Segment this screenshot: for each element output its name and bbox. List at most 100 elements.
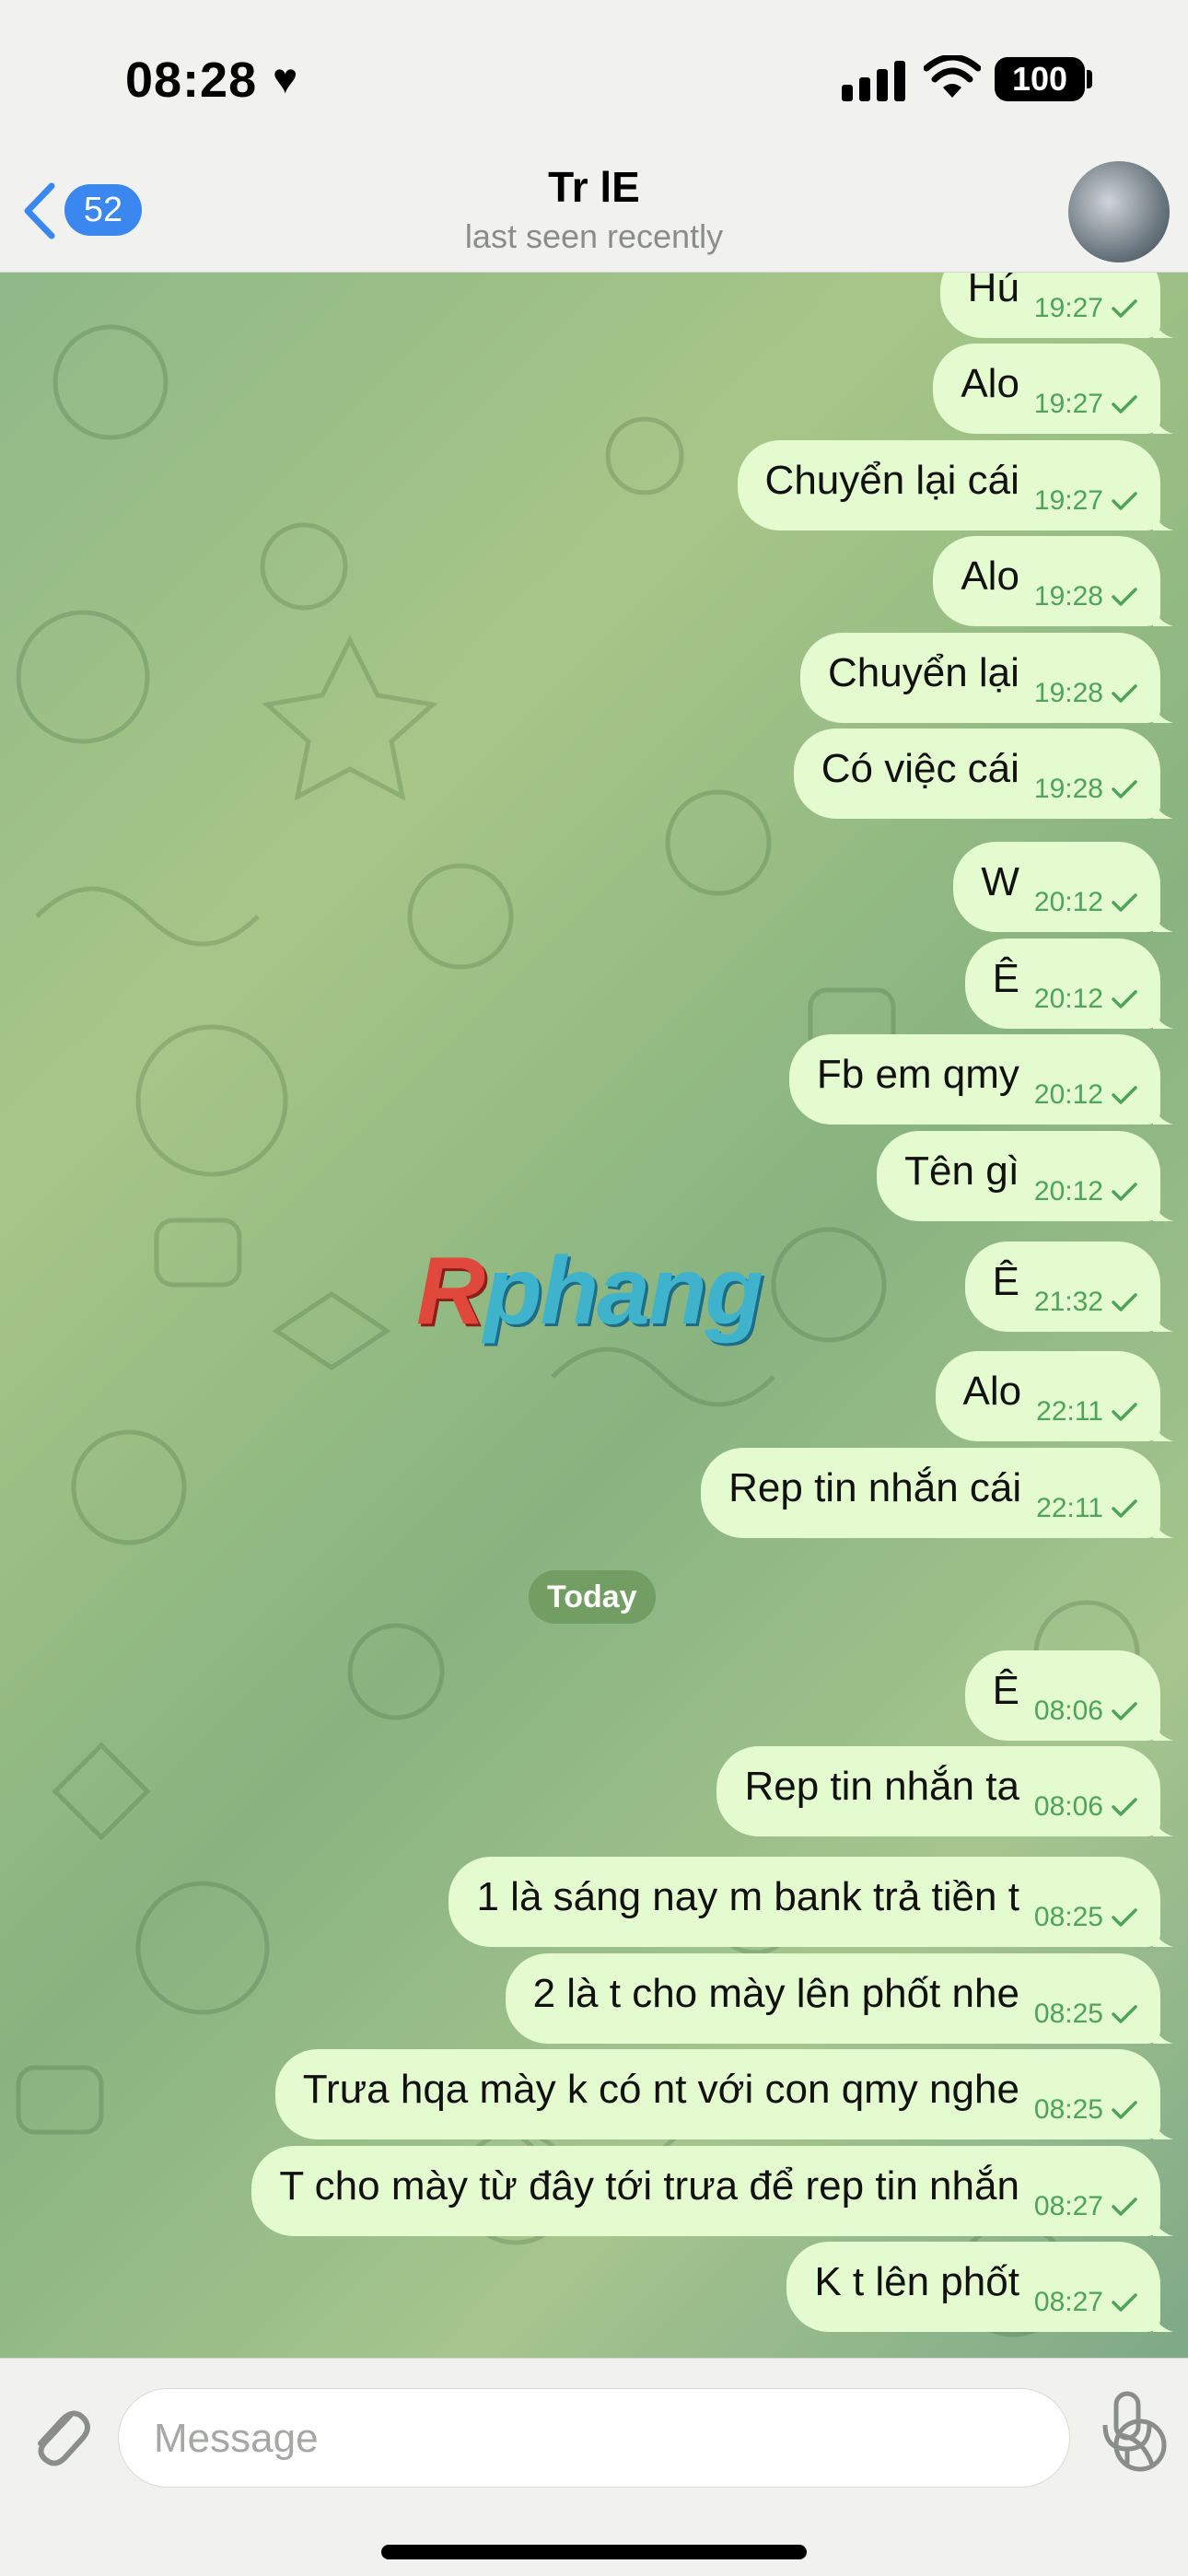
message-text: Alo [961, 554, 1019, 599]
message-text: Alo [962, 1369, 1022, 1414]
message-meta: 08:06 [1034, 1791, 1138, 1823]
message-bubble[interactable]: Alo 19:27 [933, 344, 1173, 434]
watermark-logo: Rphang [416, 1238, 763, 1345]
message-bubble[interactable]: W 20:12 [953, 842, 1173, 932]
message-meta: 20:12 [1034, 887, 1138, 918]
bubble-tail [1153, 314, 1173, 338]
message-text: Alo [961, 361, 1019, 406]
message-time: 20:12 [1033, 984, 1103, 1014]
message-bubble[interactable]: Ê 20:12 [964, 938, 1173, 1029]
message-bubble[interactable]: Fb em qmy 20:12 [788, 1034, 1173, 1125]
message-time: 19:28 [1033, 774, 1103, 804]
message-bubble[interactable]: Alo 22:11 [935, 1351, 1173, 1441]
chat-status: last seen recently [464, 217, 724, 255]
message-bubble[interactable]: Có việc cái 19:28 [793, 729, 1173, 819]
message-time: 20:12 [1033, 1079, 1103, 1110]
message-text: 1 là sáng nay m bank trả tiền t [476, 1874, 1019, 1919]
message-bubble[interactable]: Hú 19:27 [939, 272, 1173, 338]
check-icon [1112, 299, 1137, 318]
check-icon [1112, 395, 1137, 414]
attach-icon[interactable] [26, 2395, 90, 2469]
message-bubble[interactable]: T cho mày từ đây tới trưa để rep tin nhắ… [251, 2146, 1173, 2236]
message-text: Ê [992, 956, 1019, 1001]
message-bubble[interactable]: Rep tin nhắn cái 22:11 [701, 1448, 1173, 1538]
message-meta: 19:28 [1034, 581, 1138, 612]
message-time: 21:32 [1033, 1287, 1103, 1317]
bubble-tail [1153, 1717, 1173, 1741]
message-bubble[interactable]: Tên gì 20:12 [877, 1131, 1173, 1221]
check-icon [1112, 684, 1137, 703]
bubble-tail [1153, 602, 1173, 626]
message-time: 08:25 [1033, 1999, 1103, 2029]
message-bubble[interactable]: Rep tin nhắn ta 08:06 [716, 1746, 1173, 1836]
message-meta: 22:11 [1036, 1396, 1138, 1428]
message-bubble[interactable]: 1 là sáng nay m bank trả tiền t 08:25 [448, 1857, 1173, 1947]
bubble-tail [1153, 1005, 1173, 1029]
bubble-tail [1153, 1514, 1173, 1538]
message-text: Trưa hqa mày k có nt với con qmy nghe [302, 2067, 1019, 2112]
message-meta: 22:11 [1036, 1493, 1138, 1524]
bubble-tail [1153, 2212, 1173, 2236]
check-icon [1112, 1183, 1137, 1201]
message-bubble[interactable]: Trưa hqa mày k có nt với con qmy nghe 08:… [274, 2049, 1173, 2139]
check-icon [1112, 492, 1137, 510]
check-icon [1112, 1086, 1137, 1104]
bubble-tail [1153, 1923, 1173, 1947]
check-icon [1112, 2197, 1137, 2216]
bubble-tail [1153, 1101, 1173, 1125]
bubble-tail [1153, 410, 1173, 434]
message-bubble[interactable]: 2 là t cho mày lên phốt nhe 08:25 [505, 1953, 1173, 2044]
bubble-tail [1153, 2116, 1173, 2139]
message-meta: 19:27 [1034, 485, 1138, 517]
message-bubble[interactable]: K t lên phốt 08:27 [786, 2242, 1173, 2332]
message-text: Chuyển lại cái [764, 458, 1019, 503]
message-text: Rep tin nhắn cái [728, 1465, 1022, 1510]
message-meta: 20:12 [1034, 984, 1138, 1015]
bubble-tail [1153, 2308, 1173, 2332]
chat-title[interactable]: Tr lE [0, 162, 1188, 212]
check-icon [1112, 1499, 1137, 1518]
bubble-tail [1153, 1308, 1173, 1332]
message-time: 22:11 [1036, 1396, 1103, 1427]
message-bubble[interactable]: Ê 08:06 [964, 1650, 1173, 1741]
message-bubble[interactable]: Alo 19:28 [933, 536, 1173, 626]
message-time: 19:27 [1033, 485, 1103, 516]
bubble-tail [1153, 795, 1173, 819]
check-icon [1112, 893, 1137, 912]
message-text: T cho mày từ đây tới trưa để rep tin nhắ… [279, 2163, 1019, 2209]
message-time: 08:25 [1033, 1902, 1103, 1932]
message-time: 19:28 [1033, 678, 1103, 708]
chat-area[interactable]: Rphang Today Hú 19:27 Alo 19:27 Chuyển lại c… [0, 272, 1188, 2358]
message-field[interactable] [118, 2388, 1167, 2489]
check-icon [1112, 1403, 1137, 1421]
message-meta: 19:27 [1034, 293, 1138, 324]
avatar[interactable] [1068, 161, 1170, 262]
check-icon [1112, 1798, 1137, 1816]
message-text: Fb em qmy [816, 1052, 1019, 1097]
message-bubble[interactable]: Ê 21:32 [964, 1241, 1173, 1332]
message-meta: 08:25 [1034, 1999, 1138, 2030]
signal-icon [842, 59, 906, 101]
bubble-tail [1153, 507, 1173, 530]
message-text: Chuyển lại [828, 650, 1019, 695]
wifi-icon [924, 55, 981, 98]
mic-icon[interactable] [1100, 2390, 1155, 2467]
message-text: W [981, 859, 1019, 904]
message-meta: 20:12 [1034, 1176, 1138, 1207]
message-time: 08:27 [1033, 2191, 1103, 2221]
status-time: 08:28 [125, 52, 258, 108]
check-icon [1112, 2293, 1137, 2312]
message-text: Hú [967, 272, 1019, 310]
check-icon [1112, 588, 1137, 606]
message-meta: 08:25 [1034, 2094, 1138, 2126]
message-bubble[interactable]: Chuyển lại 19:28 [800, 633, 1173, 723]
check-icon [1112, 990, 1137, 1008]
message-time: 08:25 [1033, 2094, 1103, 2125]
date-separator: Today [529, 1570, 656, 1624]
bubble-tail [1153, 2020, 1173, 2044]
message-bubble[interactable]: Chuyển lại cái 19:27 [737, 440, 1173, 530]
message-input[interactable] [152, 2389, 948, 2489]
check-icon [1112, 2005, 1137, 2023]
message-meta: 08:27 [1034, 2191, 1138, 2222]
bubble-tail [1153, 1197, 1173, 1221]
